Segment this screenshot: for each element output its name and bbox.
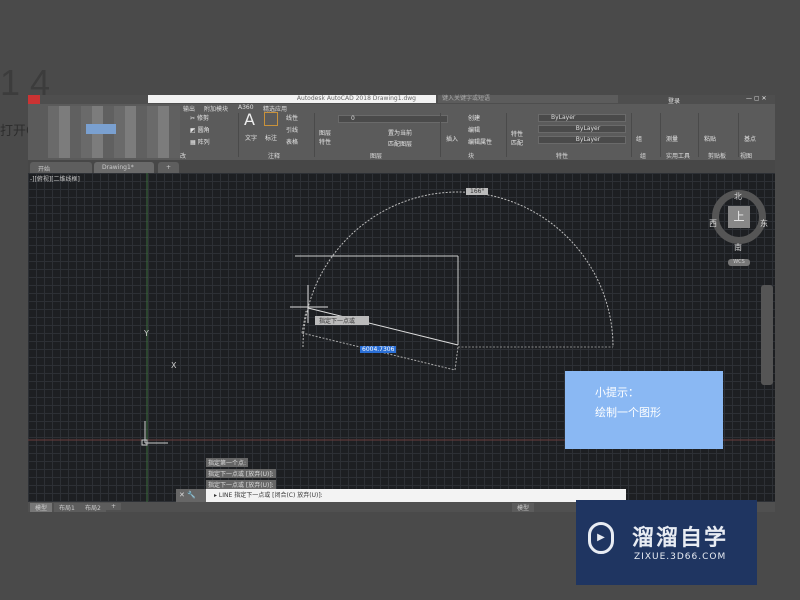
match-properties-button[interactable]: 特性匹配: [511, 129, 525, 147]
create-block-button[interactable]: 创建: [468, 113, 480, 122]
tab-start[interactable]: 开始: [30, 162, 92, 173]
window-controls[interactable]: — ▢ ✕: [746, 95, 767, 102]
edit-block-button[interactable]: 编辑: [468, 125, 480, 134]
viewcube-west[interactable]: 西: [709, 218, 717, 229]
navigation-bar[interactable]: [761, 285, 773, 385]
measure-button[interactable]: 测量: [666, 134, 678, 143]
text-button[interactable]: 文字: [245, 133, 257, 142]
new-tab-button[interactable]: +: [158, 162, 180, 173]
menu-tab-addins[interactable]: 附加模块: [204, 104, 228, 113]
tab-add-layout[interactable]: +: [106, 503, 122, 510]
match-layer-button[interactable]: 匹配图层: [388, 139, 412, 148]
axis-label-y: Y: [144, 329, 149, 338]
insert-button[interactable]: 插入: [446, 134, 458, 143]
base-point-button[interactable]: 基点: [744, 134, 756, 143]
file-tabs: 开始 Drawing1* +: [28, 160, 775, 173]
model-space-button[interactable]: 模型: [512, 503, 535, 512]
panel-label-annotation[interactable]: 注释: [268, 151, 280, 160]
tab-layout1[interactable]: 布局1: [54, 503, 80, 512]
watermark: ▶ 溜溜自学 ZIXUE.3D66.COM: [576, 500, 757, 585]
axis-label-x: X: [171, 361, 177, 370]
set-current-button[interactable]: 置为当前: [388, 128, 412, 137]
divider: [314, 113, 315, 157]
distance-input[interactable]: 6004.7306: [360, 346, 396, 353]
layer-properties-button[interactable]: 图层特性: [319, 128, 333, 146]
viewcube-north[interactable]: 北: [734, 191, 742, 202]
panel-label-block[interactable]: 块: [468, 151, 474, 160]
viewcube-south[interactable]: 南: [734, 242, 742, 253]
tab-drawing1[interactable]: Drawing1*: [94, 162, 154, 173]
play-logo-icon: ▶: [588, 522, 614, 554]
linetype-dropdown[interactable]: ByLayer: [538, 125, 626, 133]
ribbon: 输出 附加模块 A360 精选应用 ✂ 修剪 ◩ 圆角 ▦ 阵列 A 文字 标注…: [28, 104, 775, 160]
text-icon: A: [244, 110, 255, 129]
drawing-viewport[interactable]: -][俯视][二维线框] 166° 指定下一点或 6004.7306 X Y 上…: [28, 173, 775, 502]
autocad-window: Autodesk AutoCAD 2018 Drawing1.dwg 键入关键字…: [28, 95, 775, 512]
layer-dropdown[interactable]: 0: [338, 115, 448, 123]
tip-title: 小提示：: [595, 386, 639, 399]
trim-button[interactable]: ✂ 修剪: [190, 113, 209, 122]
fillet-button[interactable]: ◩ 圆角: [190, 125, 210, 134]
viewcube-top[interactable]: 上: [728, 206, 750, 228]
tip-box: 小提示： 绘制一个图形: [565, 371, 723, 449]
tip-body: 绘制一个图形: [595, 406, 661, 419]
prompt-tooltip: 指定下一点或: [315, 316, 369, 325]
dimension-icon: [264, 112, 278, 126]
ucs-icon: [141, 421, 168, 446]
divider: [506, 113, 507, 157]
command-input[interactable]: ▸ LINE 指定下一点或 [闭合(C) 放弃(U)]:: [206, 489, 626, 502]
title-bar: Autodesk AutoCAD 2018 Drawing1.dwg 键入关键字…: [28, 95, 775, 107]
divider: [440, 113, 441, 157]
linear-button[interactable]: 线性: [286, 113, 298, 122]
history-line: 指定下一点或 [放弃(U)]:: [206, 469, 276, 478]
tab-model[interactable]: 模型: [30, 503, 53, 512]
dimension-line: [454, 346, 459, 371]
history-line: 指定下一点或 [放弃(U)]:: [206, 480, 276, 489]
watermark-url: ZIXUE.3D66.COM: [634, 552, 727, 562]
divider: [238, 113, 239, 157]
array-button[interactable]: ▦ 阵列: [190, 137, 210, 146]
tab-layout2[interactable]: 布局2: [80, 503, 106, 512]
leader-button[interactable]: 引线: [286, 125, 298, 134]
divider: [660, 113, 661, 157]
drawing-canvas: [28, 173, 775, 502]
paste-button[interactable]: 粘贴: [704, 134, 716, 143]
search-input[interactable]: 键入关键字或短语: [438, 95, 618, 103]
command-text: LINE 指定下一点或 [闭合(C) 放弃(U)]:: [218, 492, 323, 499]
divider: [631, 113, 632, 157]
wcs-menu[interactable]: WCS: [728, 259, 750, 266]
history-line: 指定第一个点:: [206, 458, 249, 467]
dimension-button[interactable]: 标注: [265, 133, 277, 142]
command-history: 指定第一个点: 指定下一点或 [放弃(U)]: 指定下一点或 [放弃(U)]:: [206, 458, 276, 491]
watermark-name: 溜溜自学: [632, 526, 729, 551]
group-button[interactable]: 组: [636, 134, 642, 143]
viewcube-east[interactable]: 东: [760, 218, 768, 229]
table-button[interactable]: 表格: [286, 137, 298, 146]
panel-label-properties[interactable]: 特性: [556, 151, 568, 160]
color-dropdown[interactable]: ByLayer: [538, 114, 626, 122]
command-close-button[interactable]: ✕ 🔧: [176, 489, 206, 502]
menu-tab-output[interactable]: 输出: [183, 104, 195, 113]
divider: [738, 113, 739, 157]
panel-label-utilities[interactable]: 实用工具: [666, 151, 690, 160]
panel-label-layers[interactable]: 图层: [370, 151, 382, 160]
lineweight-dropdown[interactable]: ByLayer: [538, 136, 626, 144]
panel-label-modify[interactable]: 改: [180, 151, 186, 160]
panel-label-view[interactable]: 视图: [740, 151, 752, 160]
divider: [698, 113, 699, 157]
angle-readout: 166°: [466, 188, 489, 195]
panel-label-clipboard[interactable]: 剪贴板: [708, 151, 726, 160]
window-title: Autodesk AutoCAD 2018 Drawing1.dwg: [148, 95, 436, 103]
panel-label-groups[interactable]: 组: [640, 151, 646, 160]
blurred-region: [86, 124, 116, 134]
edit-attributes-button[interactable]: 编辑属性: [468, 137, 492, 146]
